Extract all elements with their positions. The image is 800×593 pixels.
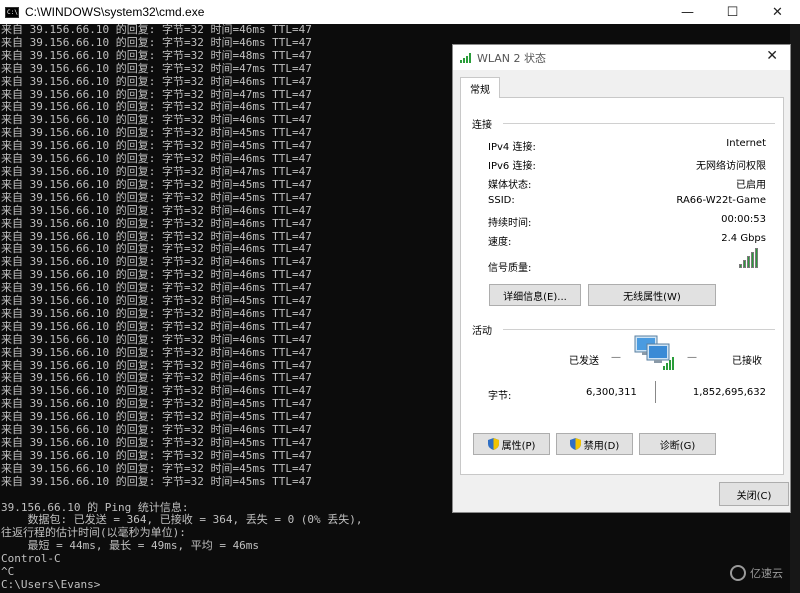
ipv4-value: Internet [726,138,766,149]
watermark-logo-icon [730,565,746,581]
media-state-value: 已启用 [736,180,766,191]
signal-quality-icon [739,248,758,268]
close-button[interactable]: ✕ [755,0,800,24]
dialog-title: WLAN 2 状态 [477,51,547,65]
section-divider [503,123,775,124]
properties-button-label: 属性(P) [501,440,536,452]
speed-value: 2.4 Gbps [721,233,766,244]
connection-section-header: 连接 [472,120,492,131]
details-button[interactable]: 详细信息(E)... [489,284,581,306]
dialog-titlebar[interactable]: WLAN 2 状态 ✕ [453,45,790,70]
activity-section-header: 活动 [472,326,492,337]
signal-bar [751,252,754,268]
section-divider [503,329,775,330]
sent-label: 已发送 [569,356,599,367]
shield-icon [569,438,581,450]
ipv6-value: 无网络访问权限 [696,161,766,172]
activity-separator [655,381,656,403]
cmd-window-title: C:\WINDOWS\system32\cmd.exe [25,5,205,19]
tab-general[interactable]: 常规 [460,77,500,98]
bytes-received-value: 1,852,695,632 [692,387,766,398]
properties-button[interactable]: 属性(P) [473,433,550,455]
cmd-titlebar[interactable]: C:\ C:\WINDOWS\system32\cmd.exe — ☐ ✕ [0,0,800,24]
dialog-close-button[interactable]: 关闭(C) [719,482,789,506]
dialog-close-icon[interactable]: ✕ [766,48,778,64]
duration-value: 00:00:53 [721,214,766,225]
ssid-value: RA66-W22t-Game [676,195,766,206]
signal-quality-label: 信号质量: [488,263,532,274]
media-state-label: 媒体状态: [488,180,532,191]
wlan-status-dialog: WLAN 2 状态 ✕ 常规 连接 IPv4 连接: Internet IPv6… [452,44,791,513]
signal-bar [747,256,750,268]
ssid-label: SSID: [488,195,515,206]
watermark: 亿速云 [730,565,783,581]
ipv4-label: IPv4 连接: [488,142,536,153]
general-panel: 连接 IPv4 连接: Internet IPv6 连接: 无网络访问权限 媒体… [460,97,784,475]
cmd-scrollbar[interactable] [790,24,800,593]
sent-dash: — [611,352,621,363]
ipv6-label: IPv6 连接: [488,161,536,172]
disable-button[interactable]: 禁用(D) [556,433,633,455]
network-computers-icon [634,335,674,370]
shield-icon [487,438,499,450]
bytes-sent-value: 6,300,311 [586,387,637,398]
bytes-label: 字节: [488,391,512,402]
wifi-signal-icon [460,52,471,63]
wireless-properties-button[interactable]: 无线属性(W) [588,284,716,306]
minimize-button[interactable]: — [665,0,710,24]
received-dash: — [687,352,697,363]
duration-label: 持续时间: [488,218,532,229]
speed-label: 速度: [488,237,512,248]
maximize-button[interactable]: ☐ [710,0,755,24]
signal-bar [743,260,746,268]
disable-button-label: 禁用(D) [583,440,620,452]
received-label: 已接收 [732,356,762,367]
watermark-text: 亿速云 [750,567,783,580]
signal-bar [755,248,758,268]
cmd-app-icon: C:\ [5,6,19,18]
diagnose-button[interactable]: 诊断(G) [639,433,716,455]
signal-bar [739,264,742,268]
